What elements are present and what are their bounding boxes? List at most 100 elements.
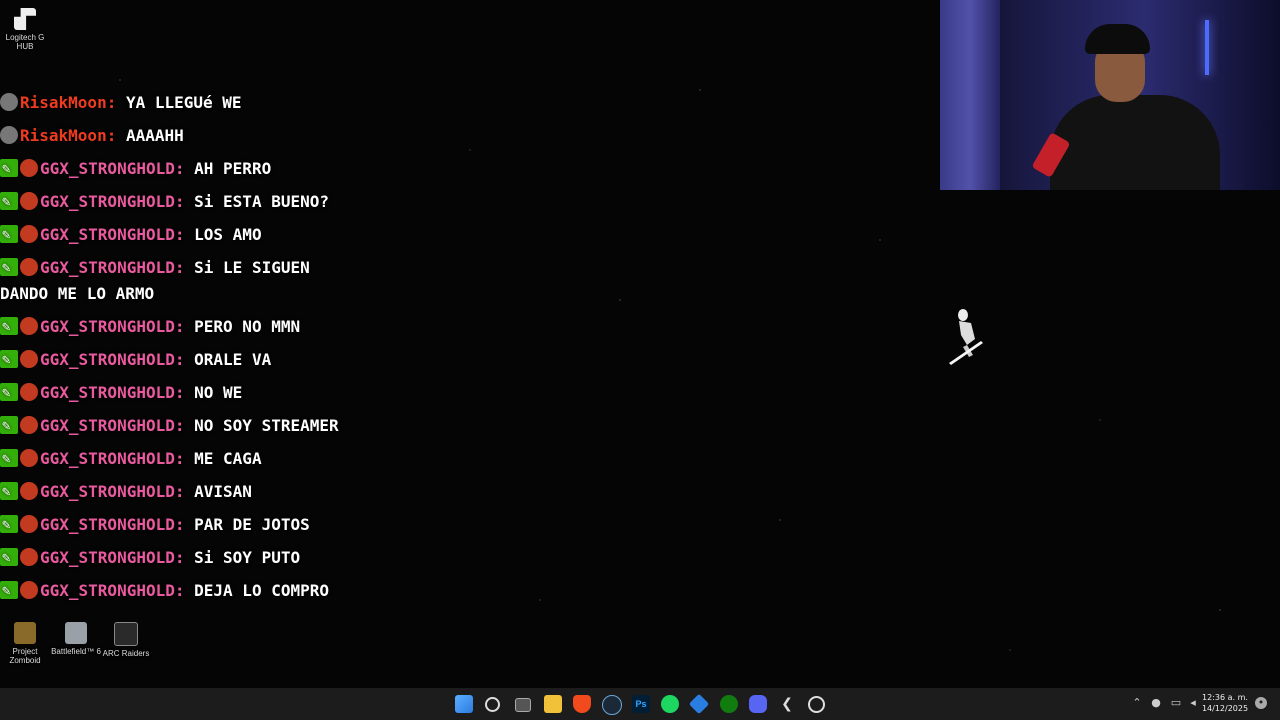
task-view-icon[interactable] — [515, 698, 531, 712]
brave-icon[interactable] — [573, 695, 591, 713]
system-clock[interactable]: 12:36 a. m. 14/12/2025 — [1200, 692, 1250, 714]
chat-username[interactable]: GGX_STRONGHOLD: — [40, 482, 185, 501]
chat-text: Si SOY PUTO — [194, 548, 301, 567]
chat-message: GGX_STRONGHOLD: ME CAGA — [0, 446, 345, 472]
chat-message: GGX_STRONGHOLD: Si SOY PUTO — [0, 545, 345, 571]
logitech-icon — [14, 8, 36, 30]
clock-time: 12:36 a. m. — [1202, 693, 1248, 702]
moderator-badge-icon — [0, 512, 18, 538]
file-explorer-icon[interactable] — [544, 695, 562, 713]
subscriber-badge-icon — [20, 192, 38, 210]
arc-raiders-icon — [114, 622, 138, 646]
user-badge-icon — [0, 93, 18, 111]
chat-username[interactable]: GGX_STRONGHOLD: — [40, 159, 185, 178]
windows-start-icon[interactable] — [455, 695, 473, 713]
chat-message: GGX_STRONGHOLD: AVISAN — [0, 479, 345, 505]
subscriber-badge-icon — [20, 258, 38, 276]
subscriber-badge-icon — [20, 515, 38, 533]
moderator-badge-icon — [0, 189, 18, 215]
chat-text: NO WE — [194, 383, 243, 402]
chat-message: GGX_STRONGHOLD: PAR DE JOTOS — [0, 512, 345, 538]
photoshop-icon[interactable]: Ps — [632, 695, 650, 713]
desktop-icon-label: Logitech G HUB — [5, 33, 45, 51]
chat-username[interactable]: GGX_STRONGHOLD: — [40, 258, 185, 277]
chat-username[interactable]: RisakMoon: — [20, 93, 116, 112]
streamer-cap — [1085, 24, 1150, 54]
moderator-badge-icon — [0, 255, 18, 281]
chat-message: GGX_STRONGHOLD: LOS AMO — [0, 222, 345, 248]
chat-message: RisakMoon: AAAAHH — [0, 123, 345, 149]
chat-message: GGX_STRONGHOLD: Si LE SIGUEN DANDO ME LO… — [0, 255, 345, 307]
chat-username[interactable]: GGX_STRONGHOLD: — [40, 317, 185, 336]
desktop-icon-logitech-g-hub[interactable]: Logitech G HUB — [0, 8, 55, 51]
chat-message: GGX_STRONGHOLD: AH PERRO — [0, 156, 345, 182]
photoshop-label: Ps — [635, 699, 647, 709]
search-icon[interactable] — [485, 697, 500, 712]
subscriber-badge-icon — [20, 449, 38, 467]
chat-text: PERO NO MMN — [194, 317, 301, 336]
moderator-badge-icon — [0, 479, 18, 505]
chat-username[interactable]: GGX_STRONGHOLD: — [40, 225, 185, 244]
volume-icon[interactable]: ◂ — [1187, 697, 1199, 709]
chat-message: GGX_STRONGHOLD: PERO NO MMN — [0, 314, 345, 340]
chat-username[interactable]: GGX_STRONGHOLD: — [40, 449, 185, 468]
chat-overlay: RisakMoon: YA LLEGUé WE RisakMoon: AAAAHH… — [0, 90, 345, 611]
discord-icon[interactable] — [749, 695, 767, 713]
subscriber-badge-icon — [20, 225, 38, 243]
moderator-badge-icon — [0, 222, 18, 248]
chat-username[interactable]: GGX_STRONGHOLD: — [40, 192, 185, 211]
chat-text: YA LLEGUé WE — [125, 93, 242, 112]
chat-username[interactable]: GGX_STRONGHOLD: — [40, 581, 185, 600]
chevron-up-icon[interactable]: ⌃ — [1131, 697, 1143, 709]
chat-username[interactable]: GGX_STRONGHOLD: — [40, 548, 185, 567]
moderator-badge-icon — [0, 446, 18, 472]
chat-username[interactable]: GGX_STRONGHOLD: — [40, 416, 185, 435]
chat-text: AH PERRO — [194, 159, 272, 178]
chat-username[interactable]: GGX_STRONGHOLD: — [40, 383, 185, 402]
moderator-badge-icon — [0, 545, 18, 571]
chat-text: ME CAGA — [194, 449, 262, 468]
app-icon[interactable] — [688, 693, 710, 715]
notification-icon[interactable]: • — [1255, 697, 1267, 709]
chat-text: PAR DE JOTOS — [194, 515, 310, 534]
chat-text: AVISAN — [194, 482, 252, 501]
chat-text: Si ESTA BUENO? — [194, 192, 329, 211]
neon-light — [1205, 20, 1209, 75]
chat-username[interactable]: RisakMoon: — [20, 126, 116, 145]
moderator-badge-icon — [0, 380, 18, 406]
subscriber-badge-icon — [20, 317, 38, 335]
streamer-body — [1050, 95, 1220, 190]
chat-text: AAAAHH — [125, 126, 184, 145]
chat-username[interactable]: GGX_STRONGHOLD: — [40, 515, 185, 534]
chat-message: RisakMoon: YA LLEGUé WE — [0, 90, 345, 116]
chat-text: ORALE VA — [194, 350, 272, 369]
chat-message: GGX_STRONGHOLD: NO WE — [0, 380, 345, 406]
subscriber-badge-icon — [20, 581, 38, 599]
subscriber-badge-icon — [20, 482, 38, 500]
desktop-icon-arc-raiders[interactable]: ARC Raiders — [96, 622, 156, 658]
xbox-icon[interactable] — [720, 695, 738, 713]
chat-message: GGX_STRONGHOLD: NO SOY STREAMER — [0, 413, 345, 439]
subscriber-badge-icon — [20, 548, 38, 566]
chat-text: LOS AMO — [194, 225, 262, 244]
moderator-badge-icon — [0, 413, 18, 439]
zomboid-icon — [14, 622, 36, 644]
network-icon[interactable]: ▭ — [1170, 697, 1182, 709]
chat-text: NO SOY STREAMER — [194, 416, 339, 435]
chat-username[interactable]: GGX_STRONGHOLD: — [40, 350, 185, 369]
subscriber-badge-icon — [20, 159, 38, 177]
logitech-icon[interactable]: ❮ — [778, 695, 796, 713]
chat-message: GGX_STRONGHOLD: ORALE VA — [0, 347, 345, 373]
webcam-feed — [940, 0, 1280, 190]
subscriber-badge-icon — [20, 416, 38, 434]
moderator-badge-icon — [0, 347, 18, 373]
subscriber-badge-icon — [20, 383, 38, 401]
chat-message: GGX_STRONGHOLD: DEJA LO COMPRO — [0, 578, 345, 604]
obs-icon[interactable] — [808, 696, 825, 713]
moderator-badge-icon — [0, 156, 18, 182]
steam-icon[interactable] — [602, 695, 622, 715]
microphone-icon[interactable]: ● — [1150, 697, 1162, 709]
silver-surfer-figure — [949, 309, 983, 365]
user-badge-icon — [0, 126, 18, 144]
spotify-icon[interactable] — [661, 695, 679, 713]
